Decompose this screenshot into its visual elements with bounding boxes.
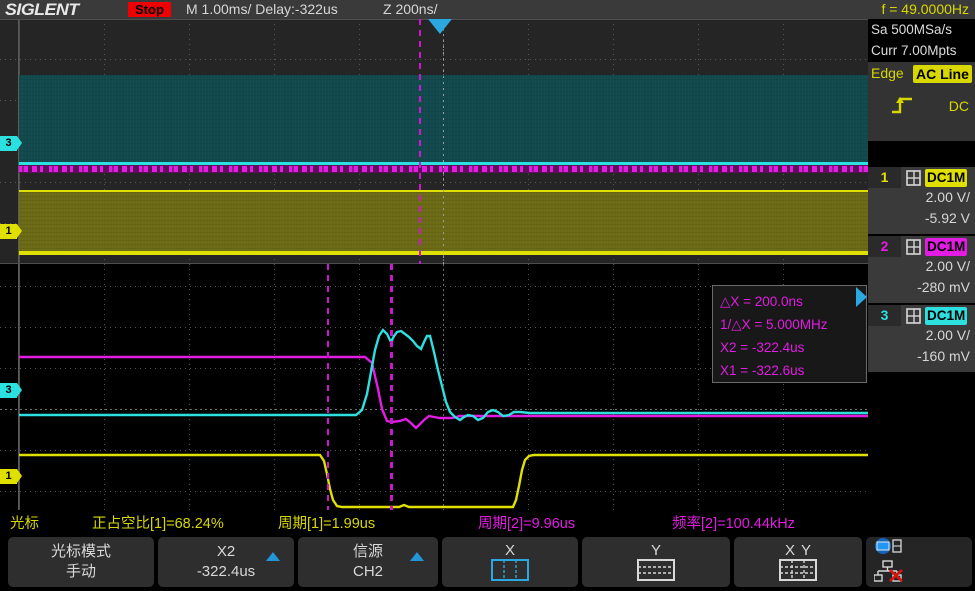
menu-button-cursor-mode-line1: 光标模式 <box>51 542 111 562</box>
menu-button-x2-line2: -322.4us <box>197 562 255 582</box>
menu-button-cursor-y[interactable]: Y <box>582 537 730 587</box>
memory-depth-label: Curr 7.00Mpts <box>868 40 975 61</box>
menu-button-source-line2: CH2 <box>353 562 383 582</box>
siglent-logo: SIGLENT <box>5 0 79 20</box>
menu-button-source-line1: 信源 <box>353 542 383 562</box>
menu-button-x2[interactable]: X2 -322.4us <box>158 537 294 587</box>
cursor-inv-delta-x-value: 1/△X = 5.000MHz <box>720 313 866 336</box>
rising-edge-icon <box>890 95 914 120</box>
svg-text:Y: Y <box>651 542 661 559</box>
channel-1-box[interactable]: 1 DC1M 2.00 V/ -5.92 V <box>868 167 975 234</box>
bandwidth-icon[interactable] <box>906 308 921 329</box>
channel-1-coupling-badge[interactable]: DC1M <box>925 169 967 187</box>
trigger-position-marker[interactable] <box>428 19 452 34</box>
cursor-readout-box: △X = 200.0ns 1/△X = 5.000MHz X2 = -322.4… <box>712 285 867 383</box>
bandwidth-icon[interactable] <box>906 239 921 260</box>
display-icon <box>874 538 904 559</box>
cursor-x2-value: X2 = -322.4us <box>720 336 866 359</box>
network-disconnected-icon <box>874 560 908 587</box>
menu-button-display-network-status[interactable] <box>866 537 972 587</box>
menu-button-cursor-mode-line2: 手动 <box>66 562 96 582</box>
cursor-x1-line[interactable] <box>327 264 329 510</box>
channel-2-number[interactable]: 2 <box>868 236 901 257</box>
cursor-x1-value: X1 = -322.6us <box>720 359 866 382</box>
trigger-coupling-label[interactable]: DC <box>949 98 969 114</box>
channel-3-volts-per-div[interactable]: 2.00 V/ <box>926 327 970 343</box>
measurement-bar: 光标 正占空比[1]=68.24% 周期[1]=1.99us 周期[2]=9.9… <box>0 510 868 533</box>
svg-text:Y: Y <box>801 542 811 559</box>
bandwidth-icon[interactable] <box>906 170 921 191</box>
cursor-xy-icon: X Y <box>772 541 824 583</box>
channel-1-number[interactable]: 1 <box>868 167 901 188</box>
channel-3-offset[interactable]: -160 mV <box>917 348 970 364</box>
ch1-reference-marker-main[interactable]: 1 <box>0 224 17 239</box>
measurement-item-period-1[interactable]: 周期[1]=1.99us <box>278 512 375 533</box>
ch1-reference-marker-zoom[interactable]: 1 <box>0 469 17 484</box>
bottom-menu-bar[interactable]: 光标模式 手动 X2 -322.4us 信源 CH2 X <box>0 533 975 591</box>
zoom-timebase-label[interactable]: Z 200ns/ <box>383 1 437 17</box>
menu-button-cursor-mode[interactable]: 光标模式 手动 <box>8 537 154 587</box>
channel-3-box[interactable]: 3 DC1M 2.00 V/ -160 mV <box>868 305 975 372</box>
main-timebase-label[interactable]: M 1.00ms/ Delay:-322us <box>186 1 338 17</box>
trigger-settings-box[interactable]: Edge AC Line DC <box>868 62 975 141</box>
measurement-item-freq-2[interactable]: 频率[2]=100.44kHz <box>672 512 795 533</box>
cursor-y-icon: Y <box>630 541 682 583</box>
channel-2-coupling-badge[interactable]: DC1M <box>925 238 967 256</box>
top-status-bar: SIGLENT Stop M 1.00ms/ Delay:-322us Z 20… <box>0 0 975 19</box>
measurement-item-duty[interactable]: 正占空比[1]=68.24% <box>92 512 224 533</box>
waveform-display-area[interactable]: △X = 200.0ns 1/△X = 5.000MHz X2 = -322.4… <box>0 19 868 510</box>
up-arrow-icon[interactable] <box>410 552 424 561</box>
main-view-cursor-x[interactable] <box>419 19 421 264</box>
sample-rate-label: Sa 500MSa/s <box>868 19 975 40</box>
menu-button-x2-line1: X2 <box>217 542 235 562</box>
svg-text:X: X <box>505 542 515 559</box>
right-sidebar[interactable]: Sa 500MSa/s Curr 7.00Mpts Edge AC Line D… <box>868 19 975 591</box>
cursor-delta-x-value: △X = 200.0ns <box>720 290 866 313</box>
cursor-box-expand-arrow-icon[interactable] <box>856 287 867 307</box>
menu-button-cursor-xy[interactable]: X Y <box>734 537 862 587</box>
main-timebase-view[interactable] <box>0 19 868 264</box>
trigger-source-badge[interactable]: AC Line <box>913 65 972 83</box>
run-stop-status-badge[interactable]: Stop <box>128 2 171 17</box>
channel-1-volts-per-div[interactable]: 2.00 V/ <box>926 189 970 205</box>
trigger-type-label[interactable]: Edge <box>871 65 904 81</box>
ch1-trace-zoom <box>19 455 868 507</box>
frequency-counter-label: f = 49.0000Hz <box>881 1 969 17</box>
measurement-bar-title: 光标 <box>10 512 39 533</box>
svg-text:X: X <box>785 542 795 559</box>
ch3-reference-marker-zoom[interactable]: 3 <box>0 383 17 398</box>
channel-1-offset[interactable]: -5.92 V <box>925 210 970 226</box>
channel-2-box[interactable]: 2 DC1M 2.00 V/ -280 mV <box>868 236 975 303</box>
menu-button-cursor-x[interactable]: X <box>442 537 578 587</box>
up-arrow-icon[interactable] <box>266 552 280 561</box>
measurement-item-period-2[interactable]: 周期[2]=9.96us <box>478 512 575 533</box>
cursor-x-icon: X <box>484 541 536 583</box>
channel-3-coupling-badge[interactable]: DC1M <box>925 307 967 325</box>
channel-3-number[interactable]: 3 <box>868 305 901 326</box>
channel-2-volts-per-div[interactable]: 2.00 V/ <box>926 258 970 274</box>
ch3-reference-marker-main[interactable]: 3 <box>0 136 17 151</box>
zoom-window-view[interactable]: △X = 200.0ns 1/△X = 5.000MHz X2 = -322.4… <box>0 264 868 510</box>
cursor-x2-line[interactable] <box>390 264 393 510</box>
trigger-position-line <box>443 34 444 264</box>
menu-button-source[interactable]: 信源 CH2 <box>298 537 438 587</box>
channel-2-offset[interactable]: -280 mV <box>917 279 970 295</box>
